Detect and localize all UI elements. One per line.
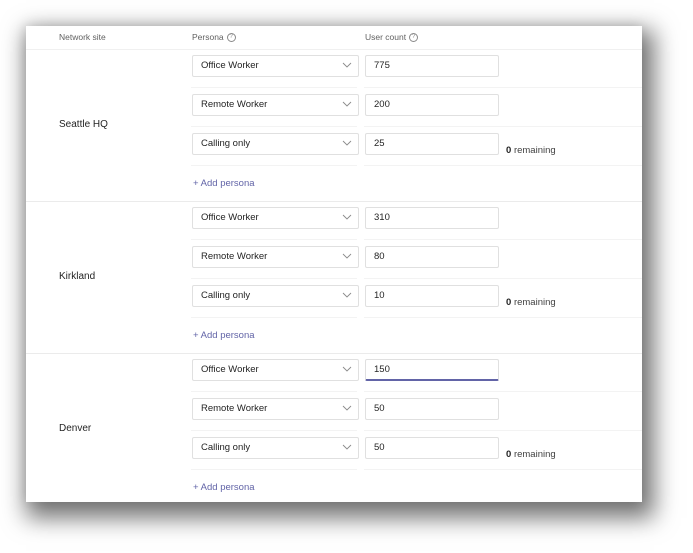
persona-allocation-panel: Network site Persona ? User count ? Seat… [26, 26, 642, 502]
row-divider [364, 469, 642, 470]
user-count-input[interactable]: 50 [365, 437, 499, 459]
user-count-help-icon[interactable]: ? [409, 32, 419, 42]
persona-value: Remote Worker [201, 99, 268, 110]
chevron-down-icon [342, 253, 352, 259]
chevron-down-icon [342, 444, 352, 450]
persona-dropdown[interactable]: Calling only [192, 133, 359, 155]
header-network-site: Network site [59, 32, 106, 42]
user-count-input[interactable]: 25 [365, 133, 499, 155]
header-network-site-label: Network site [59, 32, 106, 42]
row-divider [191, 165, 357, 166]
remaining-label: remaining [513, 449, 556, 460]
persona-dropdown[interactable]: Office Worker [192, 55, 359, 77]
chevron-down-icon [342, 214, 352, 220]
chevron-down-icon [342, 292, 352, 298]
persona-row: Office Worker 310 [26, 201, 642, 240]
remaining-label: remaining [513, 297, 556, 308]
user-count-input[interactable]: 310 [365, 207, 499, 229]
row-divider [364, 317, 642, 318]
chevron-down-icon [342, 140, 352, 146]
add-persona-link[interactable]: + Add persona [193, 178, 255, 189]
chevron-down-icon [342, 405, 352, 411]
site-group-seattle-hq: Seattle HQ Office Worker 775 Remote Work… [26, 49, 642, 202]
persona-value: Office Worker [201, 212, 259, 223]
persona-dropdown[interactable]: Office Worker [192, 207, 359, 229]
persona-row: Calling only 25 0 remaining [26, 127, 642, 166]
persona-row: Calling only 50 0 remaining [26, 431, 642, 470]
site-group-kirkland: Kirkland Office Worker 310 Remote Worker… [26, 201, 642, 354]
user-count-input[interactable]: 150 [365, 359, 499, 381]
add-persona-link[interactable]: + Add persona [193, 330, 255, 341]
persona-value: Office Worker [201, 60, 259, 71]
remaining-count: 0 remaining [506, 297, 556, 308]
remaining-label: remaining [513, 145, 556, 156]
persona-value: Calling only [201, 138, 251, 149]
remaining-value: 0 [506, 449, 512, 460]
persona-row: Office Worker 150 [26, 353, 642, 392]
persona-value: Calling only [201, 442, 251, 453]
header-user-count: User count ? [365, 32, 419, 42]
row-divider [191, 317, 357, 318]
chevron-down-icon [342, 62, 352, 68]
table-header: Network site Persona ? User count ? [26, 26, 642, 50]
user-count-input[interactable]: 50 [365, 398, 499, 420]
persona-row: Remote Worker 200 [26, 88, 642, 127]
row-divider [364, 165, 642, 166]
persona-dropdown[interactable]: Remote Worker [192, 398, 359, 420]
add-persona-link[interactable]: + Add persona [193, 482, 255, 493]
persona-dropdown[interactable]: Remote Worker [192, 94, 359, 116]
persona-dropdown[interactable]: Calling only [192, 437, 359, 459]
persona-value: Remote Worker [201, 251, 268, 262]
persona-value: Remote Worker [201, 403, 268, 414]
row-divider [191, 469, 357, 470]
header-persona: Persona ? [192, 32, 236, 42]
persona-value: Office Worker [201, 364, 259, 375]
persona-row: Office Worker 775 [26, 49, 642, 88]
persona-dropdown[interactable]: Calling only [192, 285, 359, 307]
remaining-value: 0 [506, 145, 512, 156]
user-count-input[interactable]: 775 [365, 55, 499, 77]
chevron-down-icon [342, 101, 352, 107]
remaining-count: 0 remaining [506, 449, 556, 460]
persona-dropdown[interactable]: Office Worker [192, 359, 359, 381]
user-count-input[interactable]: 80 [365, 246, 499, 268]
chevron-down-icon [342, 366, 352, 372]
persona-dropdown[interactable]: Remote Worker [192, 246, 359, 268]
persona-value: Calling only [201, 290, 251, 301]
persona-help-icon[interactable]: ? [226, 32, 236, 42]
remaining-value: 0 [506, 297, 512, 308]
header-user-count-label: User count [365, 32, 407, 42]
user-count-input[interactable]: 200 [365, 94, 499, 116]
persona-row: Remote Worker 50 [26, 392, 642, 431]
remaining-count: 0 remaining [506, 145, 556, 156]
persona-row: Calling only 10 0 remaining [26, 279, 642, 318]
user-count-input[interactable]: 10 [365, 285, 499, 307]
site-group-denver: Denver Office Worker 150 Remote Worker 5… [26, 353, 642, 502]
header-persona-label: Persona [192, 32, 224, 42]
persona-row: Remote Worker 80 [26, 240, 642, 279]
